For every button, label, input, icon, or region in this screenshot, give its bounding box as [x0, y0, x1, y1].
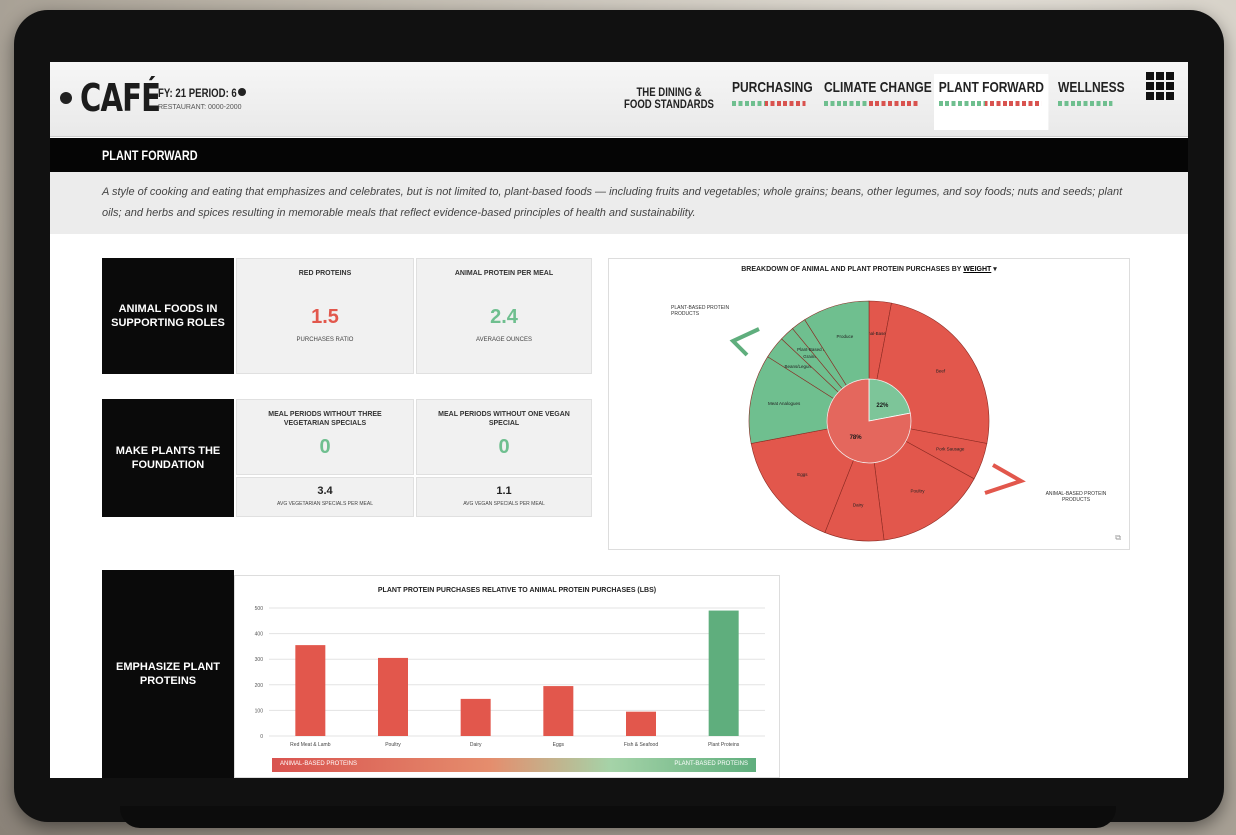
bar-5[interactable]: [708, 610, 739, 736]
section-title-bar: PLANT FORWARD: [50, 138, 1188, 172]
nav-dining-standards[interactable]: THE DINING & FOOD STANDARDS: [624, 86, 714, 136]
bar-xlabel-0: Red Meat & Lamb: [290, 742, 331, 748]
vegetarian-avg-card: 3.4 AVG VEGETARIAN SPECIALS PER MEAL: [236, 477, 414, 517]
pie-outer-label-4: Dairy: [853, 503, 864, 508]
red-proteins-caption: PURCHASES RATIO: [296, 337, 354, 343]
animal-protein-value: 2.4: [490, 306, 518, 328]
footer-plant-label: PLANT-BASED PROTEINS: [674, 761, 748, 767]
vegan-special-value: 0: [498, 436, 510, 458]
section-title: PLANT FORWARD: [102, 147, 198, 163]
nav-plant-forward[interactable]: PLANT FORWARD: [934, 74, 1049, 130]
nav-climate-change-label: CLIMATE CHANGE: [824, 79, 932, 96]
vegan-avg-card: 1.1 AVG VEGAN SPECIALS PER MEAL: [416, 477, 592, 517]
callout-animal-label: ANIMAL-BASED PROTEIN PRODUCTS: [1045, 491, 1107, 503]
restaurant-id: RESTAURANT: 0000-2000: [158, 104, 242, 111]
expand-icon[interactable]: ⧉: [1115, 533, 1121, 543]
animal-foods-label: ANIMAL FOODS IN SUPPORTING ROLES: [102, 258, 234, 374]
bar-4[interactable]: [626, 711, 656, 736]
bar-ytick-5: 500: [255, 606, 264, 612]
red-proteins-value: 1.5: [311, 306, 339, 328]
plant-protein-bar-chart[interactable]: PLANT PROTEIN PURCHASES RELATIVE TO ANIM…: [235, 576, 779, 776]
bar-0[interactable]: [295, 645, 326, 736]
pie-outer-label-1: Beef: [936, 368, 946, 373]
pie-outer-label-3: Poultry: [911, 488, 926, 493]
animal-protein-caption: AVERAGE OUNCES: [476, 337, 532, 343]
bar-chart-title: PLANT PROTEIN PURCHASES RELATIVE TO ANIM…: [378, 587, 656, 594]
bar-2[interactable]: [460, 698, 491, 736]
period-dropdown-icon[interactable]: [238, 88, 246, 96]
vegan-special-card: MEAL PERIODS WITHOUT ONE VEGAN SPECIAL 0: [416, 399, 592, 475]
pie-inner-label-1: 78%: [850, 435, 863, 441]
bar-xlabel-2: Dairy: [470, 742, 482, 748]
pie-outer-label-6: Meat Analogues: [768, 401, 801, 406]
nav-purchasing[interactable]: PURCHASING: [732, 80, 813, 130]
pie-outer-label-5: Eggs: [797, 472, 808, 477]
vegetarian-specials-title: MEAL PERIODS WITHOUT THREE VEGETARIAN SP…: [268, 411, 382, 427]
pie-outer-label-10: Produce: [837, 334, 854, 339]
section-description: A style of cooking and eating that empha…: [102, 186, 1123, 219]
animal-plant-gradient-strip: ANIMAL-BASED PROTEINS PLANT-BASED PROTEI…: [272, 758, 756, 772]
protein-breakdown-panel: BREAKDOWN OF ANIMAL AND PLANT PROTEIN PU…: [608, 258, 1130, 550]
callout-arrow-plant-icon: [729, 327, 760, 357]
vegetarian-specials-card: MEAL PERIODS WITHOUT THREE VEGETARIAN SP…: [236, 399, 414, 475]
plants-foundation-label: MAKE PLANTS THE FOUNDATION: [102, 399, 234, 517]
bar-xlabel-1: Poultry: [385, 742, 401, 748]
nav-plant-forward-progress: [938, 101, 1042, 106]
nav-wellness-progress: [1058, 101, 1113, 106]
grid-menu-icon[interactable]: [1146, 72, 1174, 100]
tablet-bezel-bottom: [120, 806, 1116, 828]
nav-wellness-label: WELLNESS: [1058, 79, 1125, 96]
red-proteins-card: RED PROTEINS 1.5 PURCHASES RATIO: [236, 258, 414, 374]
animal-protein-title: ANIMAL PROTEIN PER MEAL: [454, 270, 554, 277]
bar-ytick-4: 400: [255, 632, 264, 638]
footer-animal-label: ANIMAL-BASED PROTEINS: [280, 761, 358, 767]
nav-purchasing-label: PURCHASING: [732, 79, 813, 96]
protein-pie-chart[interactable]: Other Animal-Based ProteinsBeefPork Saus…: [609, 259, 1129, 549]
nav-climate-change[interactable]: CLIMATE CHANGE: [824, 80, 932, 130]
vegan-avg-value: 1.1: [496, 485, 512, 497]
bar-ytick-1: 100: [255, 708, 264, 714]
bar-ytick-0: 0: [260, 734, 263, 740]
pie-inner-label-0: 22%: [876, 403, 889, 409]
nav-dining-standards-label: THE DINING & FOOD STANDARDS: [624, 85, 714, 111]
logo-mark-icon: [60, 92, 72, 104]
nav-purchasing-progress: [732, 101, 806, 106]
bar-xlabel-3: Eggs: [553, 742, 565, 748]
nav-plant-forward-label: PLANT FORWARD: [938, 79, 1044, 96]
nav-wellness[interactable]: WELLNESS: [1058, 80, 1125, 130]
bar-xlabel-5: Plant Proteins: [708, 742, 740, 748]
bar-xlabel-4: Fish & Seafood: [624, 742, 658, 748]
vegetarian-avg-caption: AVG VEGETARIAN SPECIALS PER MEAL: [277, 501, 373, 507]
vegan-avg-caption: AVG VEGAN SPECIALS PER MEAL: [463, 501, 545, 507]
section-description-panel: A style of cooking and eating that empha…: [50, 172, 1188, 234]
plant-proteins-label: EMPHASIZE PLANT PROTEINS: [102, 570, 234, 778]
callout-arrow-animal-icon: [984, 463, 1026, 495]
bar-ytick-3: 300: [255, 657, 264, 663]
vegetarian-specials-value: 0: [319, 436, 331, 458]
callout-plant-label: PLANT-BASED PROTEIN PRODUCTS: [671, 305, 730, 317]
fiscal-period: FY: 21 PERIOD: 6: [158, 86, 237, 100]
bar-1[interactable]: [378, 657, 408, 736]
pie-outer-label-2: Pork Sausage: [936, 446, 965, 451]
bar-3[interactable]: [543, 686, 574, 736]
vegetarian-avg-value: 3.4: [317, 485, 333, 497]
app-logo[interactable]: CAFÉ: [80, 76, 161, 120]
dashboard-screen: CAFÉ FY: 21 PERIOD: 6 RESTAURANT: 0000-2…: [50, 62, 1188, 778]
vegan-special-title: MEAL PERIODS WITHOUT ONE VEGAN SPECIAL: [438, 411, 570, 427]
top-header: CAFÉ FY: 21 PERIOD: 6 RESTAURANT: 0000-2…: [50, 62, 1188, 137]
red-proteins-title: RED PROTEINS: [298, 270, 352, 277]
plant-protein-bar-panel: PLANT PROTEIN PURCHASES RELATIVE TO ANIM…: [234, 575, 780, 778]
nav-climate-progress: [824, 101, 920, 106]
animal-protein-per-meal-card: ANIMAL PROTEIN PER MEAL 2.4 AVERAGE OUNC…: [416, 258, 592, 374]
bar-ytick-2: 200: [255, 683, 264, 689]
